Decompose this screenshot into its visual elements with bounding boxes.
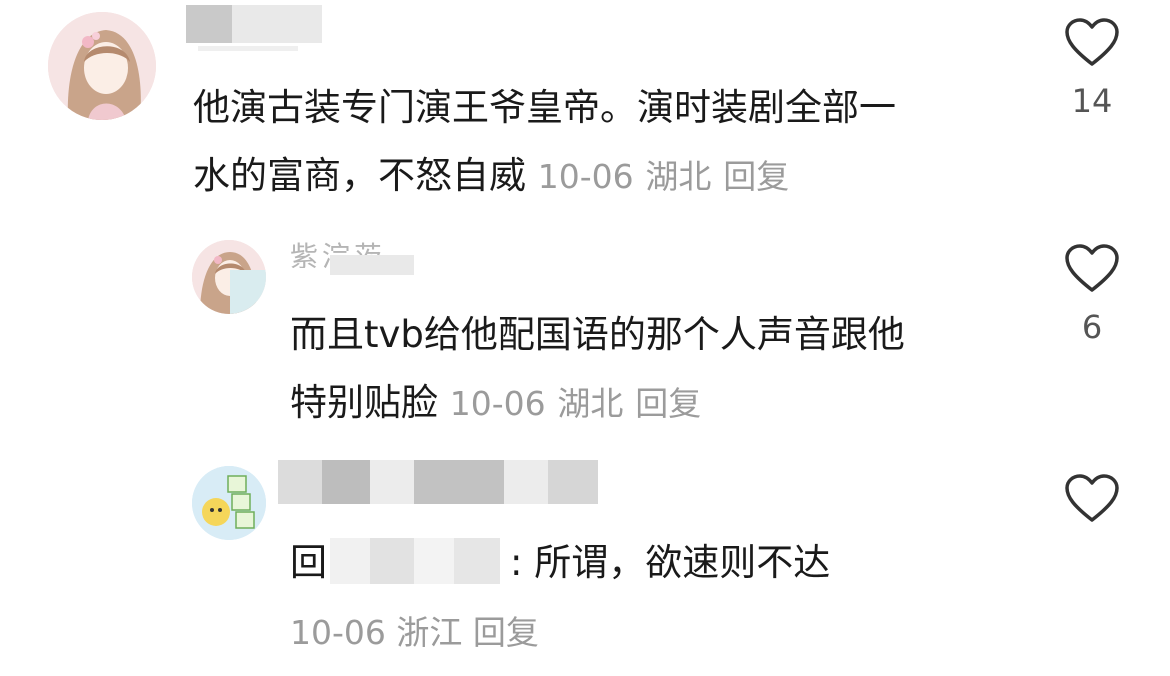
comment-text: : 所谓，欲速则不达	[510, 541, 831, 584]
like-button[interactable]: 6	[1062, 244, 1122, 346]
comment-text: 而且tvb给他配国语的那个人声音跟他	[290, 313, 905, 356]
reply-button[interactable]: 回复	[635, 384, 701, 423]
username-blurred	[186, 5, 232, 43]
reply-button[interactable]: 回复	[723, 157, 789, 196]
heart-outline-icon	[1065, 18, 1119, 66]
like-count: 6	[1081, 308, 1103, 346]
comment-text: 他演古装专门演王爷皇帝。演时装剧全部一	[193, 86, 896, 129]
comment-meta: 10-06 浙江 回复	[290, 598, 539, 668]
username-blurred	[198, 46, 298, 51]
like-button[interactable]: 14	[1062, 18, 1122, 120]
heart-outline-icon	[1065, 474, 1119, 522]
comment-date: 10-06	[290, 613, 386, 652]
avatar[interactable]	[48, 12, 156, 120]
comment-date: 10-06	[537, 157, 634, 196]
comment-location: 湖北	[557, 384, 624, 423]
username-blurred	[278, 460, 598, 504]
like-button[interactable]	[1062, 474, 1122, 524]
heart-outline-icon	[1065, 244, 1119, 292]
username-blurred	[232, 5, 322, 43]
avatar[interactable]	[192, 466, 266, 540]
like-count: 14	[1071, 82, 1113, 120]
avatar[interactable]	[192, 240, 266, 314]
comment-location: 浙江	[396, 613, 463, 652]
comment-text: 水的富商，不怒自威 10-06 湖北 回复	[193, 154, 790, 197]
mention-blurred	[330, 538, 500, 584]
reply-button[interactable]: 回复	[473, 613, 539, 652]
comment-date: 10-06	[449, 384, 546, 423]
reply-prefix: 回	[290, 541, 327, 584]
comment-text: 特别贴脸 10-06 湖北 回复	[290, 381, 702, 424]
comment-location: 湖北	[645, 157, 712, 196]
username-blurred	[330, 255, 414, 275]
